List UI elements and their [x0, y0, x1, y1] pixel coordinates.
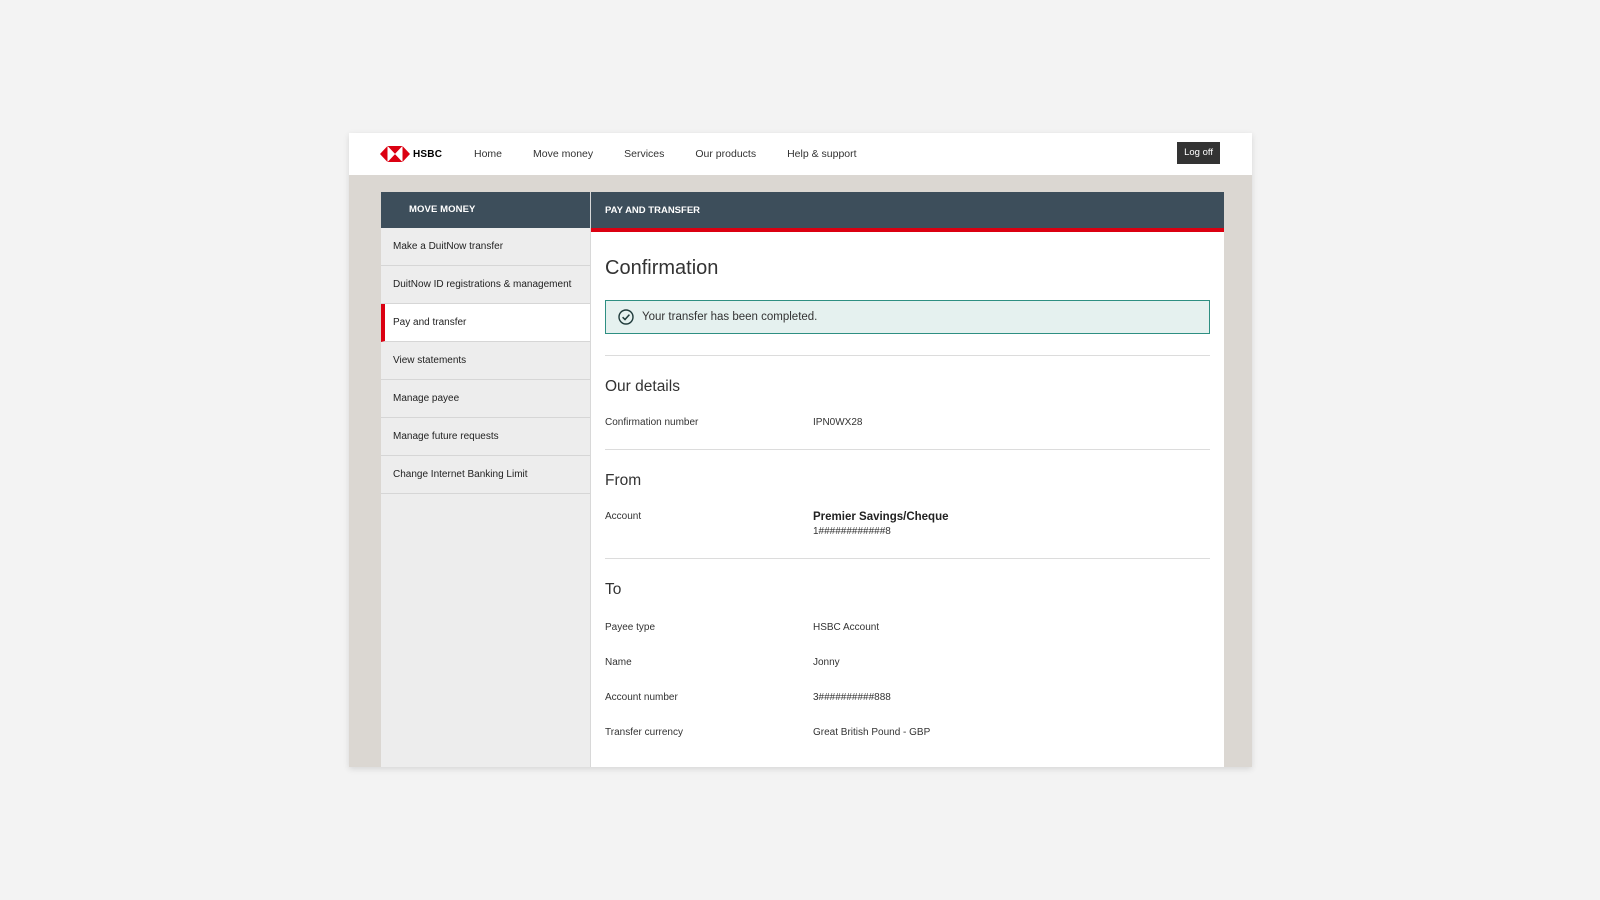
payee-account-number-value: 3##########888 — [813, 692, 891, 703]
payee-name-value: Jonny — [813, 657, 840, 668]
top-navigation-bar: HSBC Home Move money Services Our produc… — [349, 133, 1252, 175]
section-to-title: To — [605, 581, 622, 598]
check-circle-icon — [618, 309, 634, 325]
sidebar-item-pay-and-transfer[interactable]: Pay and transfer — [381, 304, 590, 342]
main-panel: PAY AND TRANSFER Confirmation Your trans… — [591, 192, 1224, 767]
sidebar-item-manage-payee[interactable]: Manage payee — [381, 380, 590, 418]
payee-type-value: HSBC Account — [813, 622, 880, 633]
sidebar: MOVE MONEY Make a DuitNow transfer DuitN… — [381, 192, 591, 767]
sidebar-item-manage-future-requests[interactable]: Manage future requests — [381, 418, 590, 456]
sidebar-item-change-limit[interactable]: Change Internet Banking Limit — [381, 456, 590, 494]
transfer-currency-row: Transfer currency Great British Pound - … — [605, 727, 1210, 738]
main-nav: Home Move money Services Our products He… — [474, 133, 888, 175]
log-off-button[interactable]: Log off — [1177, 142, 1220, 164]
logo-wordmark: HSBC — [413, 148, 443, 160]
content-area: MOVE MONEY Make a DuitNow transfer DuitN… — [381, 192, 1224, 767]
confirmation-number-label: Confirmation number — [605, 417, 699, 428]
sidebar-item-view-statements[interactable]: View statements — [381, 342, 590, 380]
nav-services[interactable]: Services — [624, 148, 664, 160]
nav-home[interactable]: Home — [474, 148, 502, 160]
main-header: PAY AND TRANSFER — [591, 192, 1224, 232]
nav-our-products[interactable]: Our products — [695, 148, 756, 160]
payee-account-number-label: Account number — [605, 692, 678, 703]
hsbc-logo[interactable]: HSBC — [380, 145, 442, 163]
sidebar-item-duitnow-id[interactable]: DuitNow ID registrations & management — [381, 266, 590, 304]
from-account-label: Account — [605, 511, 642, 522]
transfer-currency-label: Transfer currency — [605, 727, 683, 738]
payee-type-label: Payee type — [605, 622, 656, 633]
alert-message: Your transfer has been completed. — [642, 311, 818, 323]
section-from-title: From — [605, 472, 642, 489]
payee-name-label: Name — [605, 657, 632, 668]
transfer-currency-value: Great British Pound - GBP — [813, 727, 931, 738]
payee-type-row: Payee type HSBC Account — [605, 622, 1210, 633]
hsbc-hexagon-icon — [380, 146, 410, 162]
divider — [605, 355, 1210, 356]
from-account-row: Account Premier Savings/Cheque 1########… — [605, 511, 1210, 537]
confirmation-number-row: Confirmation number IPN0WX28 — [605, 417, 1210, 428]
browser-window: HSBC Home Move money Services Our produc… — [349, 133, 1252, 767]
sidebar-title: MOVE MONEY — [381, 192, 590, 228]
section-our-details-title: Our details — [605, 378, 680, 395]
confirmation-number-value: IPN0WX28 — [813, 417, 863, 428]
success-alert: Your transfer has been completed. — [605, 300, 1210, 334]
nav-help-support[interactable]: Help & support — [787, 148, 856, 160]
main-body: Confirmation Your transfer has been comp… — [591, 256, 1224, 738]
divider — [605, 558, 1210, 559]
sidebar-item-duitnow-transfer[interactable]: Make a DuitNow transfer — [381, 228, 590, 266]
payee-name-row: Name Jonny — [605, 657, 1210, 668]
from-account-number: 1############8 — [813, 526, 891, 537]
nav-move-money[interactable]: Move money — [533, 148, 593, 160]
from-account-details: Premier Savings/Cheque 1############8 — [813, 511, 949, 537]
from-account-name: Premier Savings/Cheque — [813, 511, 949, 523]
divider — [605, 449, 1210, 450]
page-title: Confirmation — [605, 257, 719, 279]
payee-account-number-row: Account number 3##########888 — [605, 692, 1210, 703]
